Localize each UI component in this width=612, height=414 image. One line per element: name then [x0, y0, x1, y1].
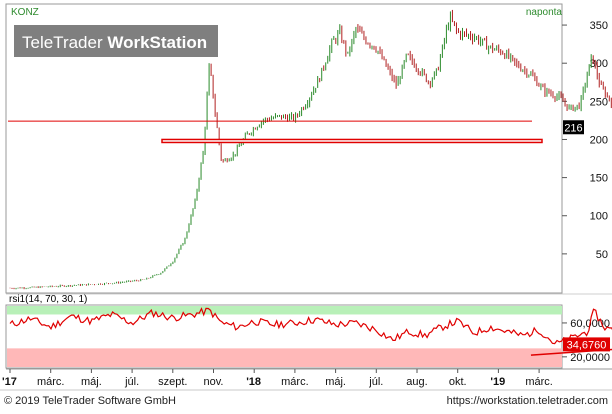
x-tick-label: '17 [2, 376, 17, 388]
symbol-label: KONZ [11, 7, 39, 18]
price-tick-label: 200 [590, 134, 608, 146]
x-tick-label: máj. [81, 376, 102, 388]
price-tick-label: 50 [596, 249, 608, 261]
chart-window: TeleTrader WorkStation KONZ naponta rsi1… [0, 0, 612, 409]
x-tick-label: júl. [124, 376, 139, 388]
x-tick-label: '19 [490, 376, 505, 388]
price-tick-label: 150 [590, 173, 608, 185]
copyright-text: © 2019 TeleTrader Software GmbH [4, 395, 176, 407]
chart-canvas: TeleTrader WorkStation KONZ naponta rsi1… [0, 3, 612, 407]
support-zone-rectangle[interactable] [161, 138, 543, 144]
x-tick-label: okt. [449, 376, 467, 388]
x-tick-label: márc. [37, 376, 65, 388]
last-price-label: 216 [564, 122, 582, 134]
interval-label[interactable]: naponta [526, 7, 563, 18]
x-tick-label: márc. [281, 376, 309, 388]
rsi-tick-label: 20,0000 [570, 352, 610, 364]
x-tick-label: nov. [204, 376, 224, 388]
rsi-overbought-band [7, 306, 562, 315]
rsi-oversold-band [7, 348, 562, 367]
watermark-text: TeleTrader WorkStation [22, 33, 207, 52]
price-tick-label: 100 [590, 211, 608, 223]
x-tick-label: júl. [368, 376, 383, 388]
x-tick-label: aug. [406, 376, 427, 388]
x-tick-label: márc. [525, 376, 553, 388]
x-axis: '17 márc. máj. júl. szept. nov. '18 márc. máj. jú… [2, 369, 553, 388]
x-tick-label: máj. [325, 376, 346, 388]
price-tick-label: 300 [590, 58, 608, 70]
workstation-link[interactable]: https://workstation.teletrader.com [447, 395, 608, 407]
price-tick-label: 350 [590, 20, 608, 32]
x-tick-label: szept. [158, 376, 187, 388]
x-tick-label: '18 [246, 376, 261, 388]
price-axis: 50 100 150 200 250 300 350 [562, 20, 608, 261]
rsi-last-value-label: 34,6760 [567, 339, 607, 351]
price-tick-label: 250 [590, 96, 608, 108]
rsi-indicator-title: rsi1(14, 70, 30, 1) [9, 294, 87, 305]
